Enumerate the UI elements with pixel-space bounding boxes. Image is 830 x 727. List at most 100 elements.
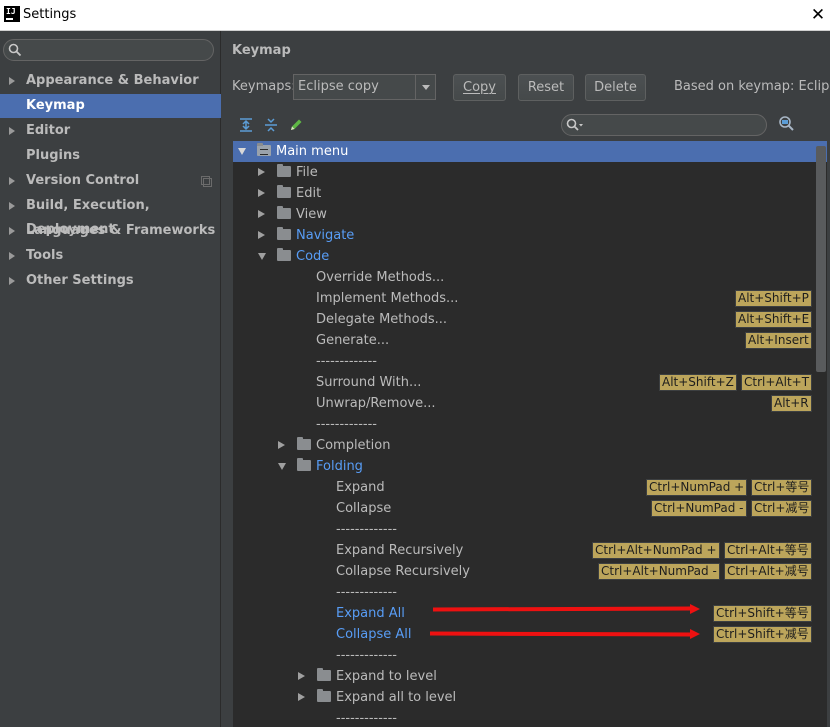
tree-action-row[interactable]: ------------- bbox=[233, 582, 827, 603]
chevron-right-icon[interactable] bbox=[258, 189, 265, 197]
sidebar-item-editor[interactable]: Editor bbox=[0, 119, 221, 143]
keymap-select-value: Eclipse copy bbox=[298, 79, 379, 94]
folder-icon bbox=[317, 668, 331, 681]
sidebar-item-appearance-behavior[interactable]: Appearance & Behavior bbox=[0, 69, 221, 93]
shortcut-badge: Ctrl+NumPad - bbox=[651, 500, 747, 517]
title-bar: IJ Settings ✕ bbox=[0, 0, 830, 31]
tree-group-row[interactable]: Edit bbox=[233, 183, 827, 204]
tree-action-row[interactable]: Unwrap/Remove... Alt+R bbox=[233, 393, 827, 414]
tree-action-row[interactable]: Expand Recursively Ctrl+Alt+等号 Ctrl+Alt+Nu… bbox=[233, 540, 827, 561]
project-settings-icon bbox=[201, 176, 212, 187]
settings-sidebar: Appearance & Behavior Keymap Editor Plugins… bbox=[0, 31, 221, 727]
folder-icon bbox=[277, 227, 291, 240]
tree-group-row[interactable]: Expand to level bbox=[233, 666, 827, 687]
expand-all-icon[interactable] bbox=[238, 117, 254, 133]
tree-group-row[interactable]: Folding bbox=[233, 456, 827, 477]
find-by-shortcut-icon[interactable] bbox=[777, 115, 795, 133]
shortcut-badge: Alt+Insert bbox=[745, 332, 812, 349]
tree-group-row[interactable]: Completion bbox=[233, 435, 827, 456]
tree-action-row[interactable]: ------------- bbox=[233, 351, 827, 372]
copy-button[interactable]: Copy bbox=[453, 74, 506, 101]
shortcut-badge: Ctrl+Alt+T bbox=[741, 374, 813, 391]
tree-action-row[interactable]: Implement Methods... Alt+Shift+P bbox=[233, 288, 827, 309]
chevron-right-icon[interactable] bbox=[9, 177, 15, 185]
chevron-right-icon[interactable] bbox=[9, 77, 15, 85]
sidebar-item-languages-frameworks[interactable]: Languages & Frameworks bbox=[0, 219, 221, 243]
keymap-tree: Main menu File Edit View Navigate Code Overrid… bbox=[233, 141, 827, 727]
sidebar-item-label: Editor bbox=[26, 123, 71, 138]
delete-button-label: Delete bbox=[594, 80, 637, 95]
tree-row-label: ------------- bbox=[316, 354, 377, 369]
collapse-all-icon[interactable] bbox=[263, 117, 279, 133]
tree-action-row[interactable]: ------------- bbox=[233, 414, 827, 435]
sidebar-item-build-execution-deployment[interactable]: Build, Execution, Deployment bbox=[0, 194, 221, 237]
chevron-right-icon[interactable] bbox=[278, 441, 285, 449]
tree-group-row[interactable]: Code bbox=[233, 246, 827, 267]
sidebar-item-plugins[interactable]: Plugins bbox=[0, 144, 221, 168]
tree-action-row[interactable]: Delegate Methods... Alt+Shift+E bbox=[233, 309, 827, 330]
shortcut-badge: Ctrl+Alt+NumPad + bbox=[592, 542, 720, 559]
tree-group-row[interactable]: Navigate bbox=[233, 225, 827, 246]
tree-action-row[interactable]: ------------- bbox=[233, 645, 827, 666]
chevron-right-icon[interactable] bbox=[258, 168, 265, 176]
chevron-right-icon[interactable] bbox=[9, 252, 15, 260]
reset-button[interactable]: Reset bbox=[518, 74, 574, 101]
tree-action-row[interactable]: Collapse Ctrl+减号 Ctrl+NumPad - bbox=[233, 498, 827, 519]
tree-row-label: Expand Recursively bbox=[336, 543, 464, 558]
tree-row-label: Override Methods... bbox=[316, 270, 445, 285]
sidebar-item-keymap[interactable]: Keymap bbox=[0, 94, 221, 118]
tree-row-label: ------------- bbox=[336, 711, 397, 726]
tree-action-row[interactable]: Surround With... Ctrl+Alt+T Alt+Shift+Z bbox=[233, 372, 827, 393]
app-icon-letters: IJ bbox=[6, 7, 16, 16]
chevron-right-icon[interactable] bbox=[258, 231, 265, 239]
tree-row-label: Collapse Recursively bbox=[336, 564, 470, 579]
chevron-down-icon[interactable] bbox=[238, 148, 246, 155]
close-window-button[interactable]: ✕ bbox=[808, 4, 828, 26]
annotation-arrowhead bbox=[690, 629, 700, 639]
tree-scrollbar[interactable] bbox=[816, 146, 826, 372]
pencil-icon[interactable] bbox=[288, 117, 304, 133]
tree-group-row[interactable]: View bbox=[233, 204, 827, 225]
window-title: Settings bbox=[23, 7, 77, 22]
shortcut-badge: Ctrl+等号 bbox=[751, 479, 813, 496]
chevron-right-icon[interactable] bbox=[9, 202, 15, 210]
tree-row-label: Unwrap/Remove... bbox=[316, 396, 436, 411]
settings-search-input[interactable] bbox=[3, 39, 214, 61]
chevron-down-icon[interactable] bbox=[415, 75, 435, 99]
chevron-down-icon[interactable] bbox=[278, 463, 286, 470]
chevron-right-icon[interactable] bbox=[298, 693, 305, 701]
sidebar-item-label: Languages & Frameworks bbox=[26, 223, 216, 238]
chevron-right-icon[interactable] bbox=[9, 127, 15, 135]
tree-action-row[interactable]: ------------- bbox=[233, 708, 827, 727]
shortcut-badge: Alt+Shift+P bbox=[735, 290, 812, 307]
chevron-down-icon[interactable] bbox=[258, 253, 266, 260]
based-on-keymap-text: Based on keymap: Eclipse bbox=[674, 79, 830, 94]
keymap-select[interactable]: Eclipse copy bbox=[293, 74, 436, 100]
action-search-input[interactable] bbox=[561, 114, 767, 136]
chevron-right-icon[interactable] bbox=[9, 227, 15, 235]
sidebar-item-label: Other Settings bbox=[26, 273, 134, 288]
tree-row-label: Generate... bbox=[316, 333, 390, 348]
tree-group-row[interactable]: Expand all to level bbox=[233, 687, 827, 708]
tree-action-row[interactable]: Expand Ctrl+等号 Ctrl+NumPad + bbox=[233, 477, 827, 498]
folder-icon bbox=[277, 206, 291, 219]
tree-row-label: Delegate Methods... bbox=[316, 312, 447, 327]
tree-group-row[interactable]: File bbox=[233, 162, 827, 183]
chevron-right-icon[interactable] bbox=[9, 277, 15, 285]
shortcut-badge: Alt+R bbox=[771, 395, 812, 412]
chevron-right-icon[interactable] bbox=[298, 672, 305, 680]
sidebar-item-version-control[interactable]: Version Control bbox=[0, 169, 221, 193]
chevron-right-icon[interactable] bbox=[258, 210, 265, 218]
folder-icon bbox=[297, 458, 311, 471]
delete-button[interactable]: Delete bbox=[585, 74, 646, 101]
shortcut-badge: Ctrl+Alt+NumPad - bbox=[598, 563, 720, 580]
shortcut-badge: Ctrl+减号 bbox=[751, 500, 813, 517]
tree-group-row[interactable]: Main menu bbox=[233, 141, 827, 162]
tree-row-label: Implement Methods... bbox=[316, 291, 459, 306]
tree-action-row[interactable]: Collapse Recursively Ctrl+Alt+减号 Ctrl+Alt+… bbox=[233, 561, 827, 582]
sidebar-item-tools[interactable]: Tools bbox=[0, 244, 221, 268]
tree-action-row[interactable]: Generate... Alt+Insert bbox=[233, 330, 827, 351]
sidebar-item-other-settings[interactable]: Other Settings bbox=[0, 269, 221, 293]
tree-action-row[interactable]: Override Methods... bbox=[233, 267, 827, 288]
tree-action-row[interactable]: ------------- bbox=[233, 519, 827, 540]
